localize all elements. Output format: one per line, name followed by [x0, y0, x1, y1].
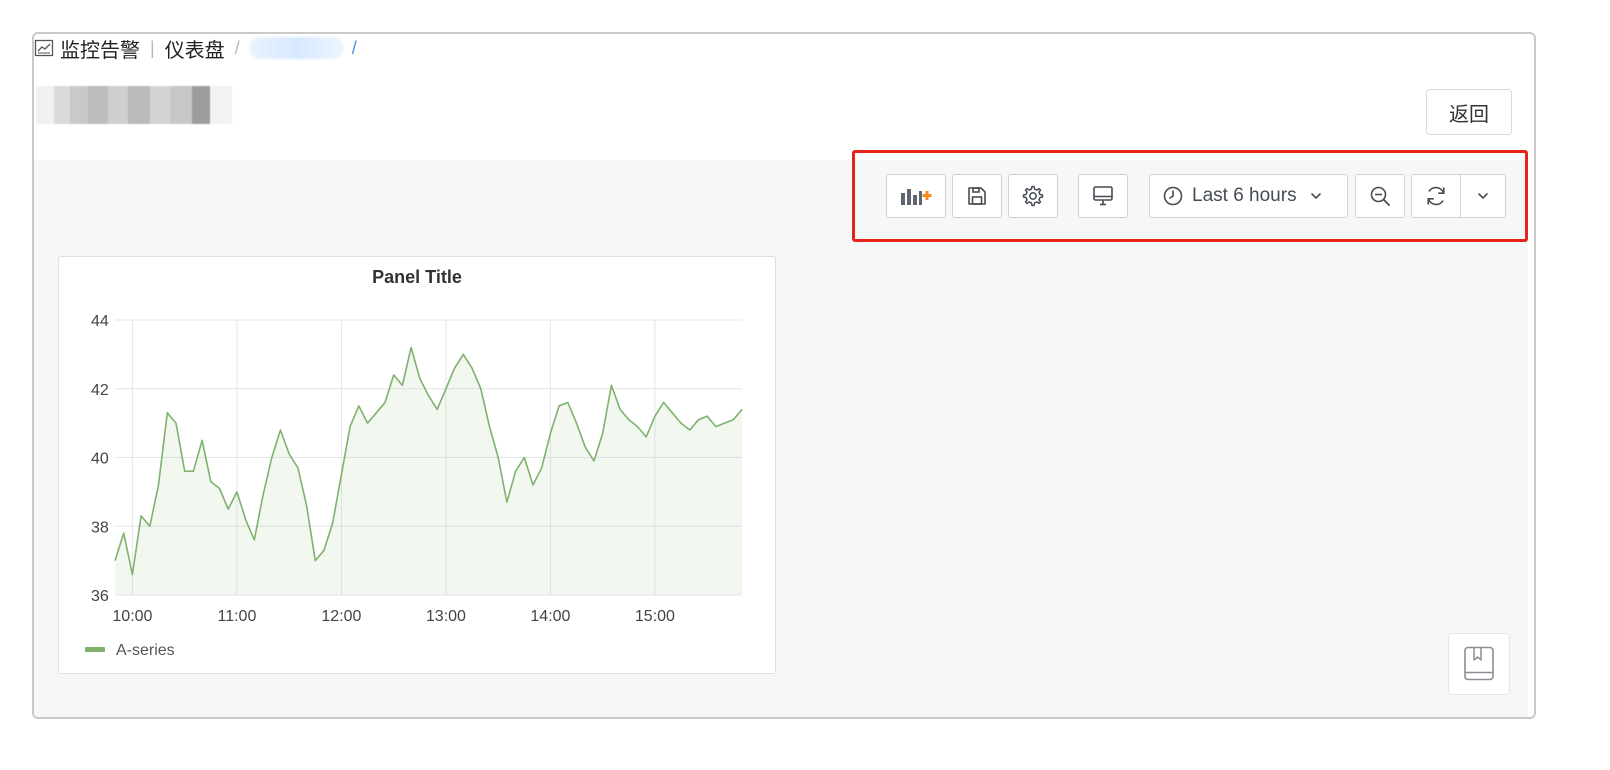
x-tick-label: 12:00 — [321, 608, 361, 625]
y-tick-label: 44 — [91, 313, 109, 330]
chevron-down-icon — [1478, 193, 1488, 200]
dashboard-settings-button[interactable] — [1008, 174, 1058, 218]
save-icon — [968, 187, 986, 205]
graph-panel[interactable]: Panel Title 36 38 40 42 44 10:00 11:00 12:00 13:… — [58, 256, 776, 674]
y-tick-label: 40 — [91, 451, 109, 468]
legend-swatch — [85, 647, 105, 652]
breadcrumb-trailing-separator: / — [351, 37, 357, 58]
back-button[interactable]: 返回 — [1426, 89, 1512, 135]
breadcrumb-separator: / — [234, 37, 240, 58]
breadcrumb-item-monitoring[interactable]: 监控告警 — [60, 34, 140, 63]
y-tick-label: 38 — [91, 519, 109, 536]
timeseries-chart: Panel Title 36 38 40 42 44 10:00 11:00 12:00 13:… — [85, 267, 743, 659]
refresh-icon — [1427, 186, 1445, 206]
gear-icon — [1022, 185, 1044, 207]
y-tick-label: 36 — [91, 588, 109, 605]
monitor-icon — [1093, 186, 1113, 206]
panel-title[interactable]: Panel Title — [372, 267, 462, 287]
time-range-picker[interactable]: Last 6 hours — [1149, 174, 1348, 218]
dashboard-title-redacted — [36, 86, 232, 124]
breadcrumb-item-dashboards[interactable]: 仪表盘 — [165, 34, 225, 63]
time-range-label: Last 6 hours — [1192, 185, 1297, 206]
clock-icon — [1163, 186, 1183, 206]
breadcrumb-divider: | — [150, 37, 155, 58]
chevron-down-icon — [1310, 193, 1321, 200]
cycle-view-mode-button[interactable] — [1078, 174, 1128, 218]
x-tick-label: 10:00 — [112, 608, 152, 625]
zoom-out-icon — [1370, 186, 1390, 206]
add-panel-button[interactable] — [886, 174, 946, 218]
x-tick-label: 13:00 — [426, 608, 466, 625]
dashboard-window: 监控告警 | 仪表盘 / / 返回 Last 6 hours Panel Tit… — [32, 32, 1536, 719]
add-panel-icon — [901, 189, 932, 205]
book-icon — [1464, 646, 1494, 681]
x-tick-label: 15:00 — [635, 608, 675, 625]
refresh-button[interactable] — [1411, 174, 1461, 218]
zoom-out-button[interactable] — [1355, 174, 1405, 218]
x-tick-label: 14:00 — [530, 608, 570, 625]
breadcrumb: 监控告警 | 仪表盘 / / — [34, 34, 357, 62]
help-docs-button[interactable] — [1448, 633, 1510, 695]
monitor-chart-icon — [34, 39, 54, 57]
refresh-interval-dropdown[interactable] — [1460, 174, 1506, 218]
y-tick-label: 42 — [91, 382, 109, 399]
legend-label-a-series: A-series — [116, 642, 175, 659]
breadcrumb-item-redacted[interactable] — [249, 37, 344, 59]
x-tick-label: 11:00 — [217, 608, 256, 625]
dashboard-content: Last 6 hours Panel Title 36 38 40 42 44 … — [34, 150, 1528, 717]
save-dashboard-button[interactable] — [952, 174, 1002, 218]
